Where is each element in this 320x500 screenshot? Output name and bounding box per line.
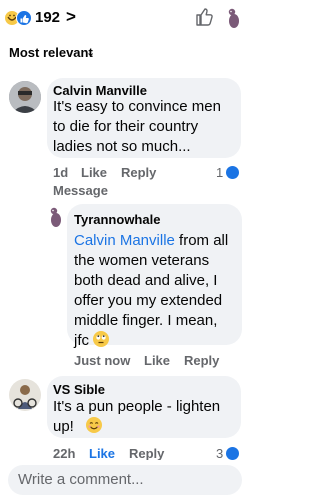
comment-composer[interactable]: Write a comment... <box>8 465 242 495</box>
like-button[interactable]: Like <box>89 446 115 460</box>
reaction-count: 192 <box>35 9 61 26</box>
eye-roll-emoji-icon <box>93 331 110 347</box>
comment-actions: 1d Like Reply Message <box>53 165 243 199</box>
comment-input-placeholder: Write a comment... <box>18 471 144 488</box>
reply-button[interactable]: Reply <box>184 353 219 369</box>
comment-actions: 22h Like Reply <box>53 446 203 460</box>
comment-text: up! <box>53 417 103 437</box>
user-avatar-icon <box>50 207 61 227</box>
avatar-photo <box>9 379 41 411</box>
message-button[interactable]: Message <box>53 183 108 199</box>
avatar[interactable] <box>9 379 41 411</box>
avatar[interactable] <box>9 81 41 113</box>
comment-text: It's easy to convince men <box>53 98 221 115</box>
comment-actions: Just now Like Reply <box>74 353 234 369</box>
reactions-summary-bar[interactable]: 192 > <box>0 0 250 34</box>
like-button[interactable]: Like <box>81 165 107 181</box>
comment-time: 1d <box>53 165 69 180</box>
comment-text: the women veterans <box>74 252 210 269</box>
comment-text: to die for their country <box>53 118 199 135</box>
comment-reaction-summary[interactable]: 1 <box>216 165 244 181</box>
comment-text: jfc <box>74 331 110 351</box>
smile-emoji-icon <box>86 417 103 433</box>
thumbs-up-badge-icon <box>226 447 239 460</box>
comment-text: Calvin Manville from all <box>74 231 228 251</box>
mention-link[interactable]: Calvin Manville <box>74 232 175 249</box>
reaction-count: 3 <box>216 446 224 460</box>
comment-text-end: up! <box>53 418 74 435</box>
reaction-icons <box>4 10 32 26</box>
comment-text: offer you my extended <box>74 292 223 309</box>
chevron-down-icon: ⌄ <box>86 47 96 59</box>
comment-text: both dead and alive, I <box>74 272 218 289</box>
comment-text: ladies not so much... <box>53 138 191 155</box>
comment-text: middle finger. I mean, <box>74 312 218 329</box>
avatar[interactable] <box>47 206 65 228</box>
comment-text-end: jfc <box>74 332 89 349</box>
comment-text: It's a pun people - lighten <box>53 398 221 415</box>
chevron-right-icon[interactable]: > <box>66 8 76 26</box>
sort-label: Most relevant <box>9 45 93 60</box>
comment-text-rest: from all <box>174 232 229 249</box>
reaction-count: 1 <box>216 165 224 180</box>
comment-reaction-summary[interactable]: 3 <box>216 446 244 460</box>
avatar-photo <box>9 81 41 113</box>
thumbs-up-badge-icon <box>226 166 239 179</box>
comment-author[interactable]: VS Sible <box>53 382 105 398</box>
like-button[interactable]: Like <box>144 353 170 369</box>
reply-button[interactable]: Reply <box>121 165 156 181</box>
reply-button[interactable]: Reply <box>129 446 164 460</box>
user-avatar-icon[interactable] <box>226 7 242 29</box>
comment-author[interactable]: Tyrannowhale <box>74 212 160 228</box>
comment-time: Just now <box>74 353 131 368</box>
comment-time: 22h <box>53 446 76 460</box>
thumbs-up-icon[interactable] <box>195 7 213 27</box>
